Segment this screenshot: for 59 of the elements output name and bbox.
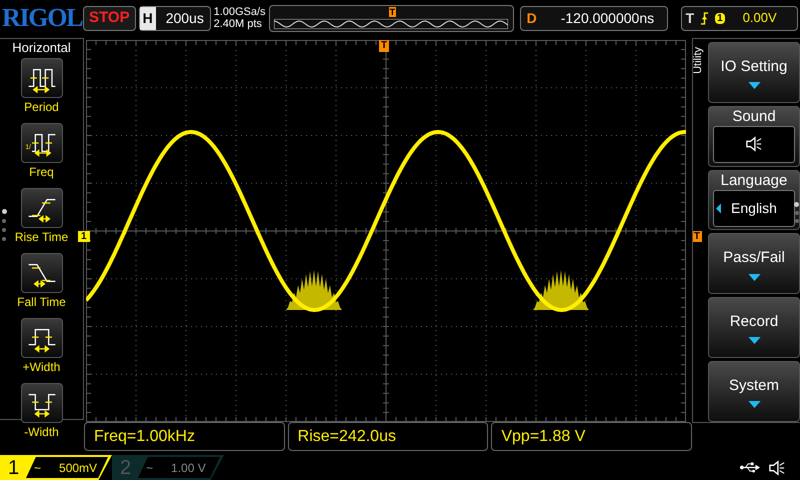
language-select[interactable]: English — [713, 190, 795, 227]
trigger-level-value: 0.00V — [742, 9, 777, 28]
down-arrow-icon — [748, 82, 760, 90]
measure-button[interactable] — [20, 383, 62, 423]
channel-scale: 1.00 V — [171, 460, 206, 476]
measure-button[interactable] — [20, 188, 62, 228]
down-arrow-icon — [748, 274, 760, 281]
brand-logo: RIGOL — [2, 5, 80, 31]
measure-label: Fall Time — [17, 295, 66, 310]
left-arrow-icon — [716, 202, 721, 214]
run-state-indicator[interactable]: STOP — [83, 6, 136, 30]
menu-control-label: Language — [720, 170, 788, 190]
measure-label: Freq — [29, 165, 54, 180]
trigger-position-marker: T — [388, 6, 396, 16]
menu-button[interactable]: IO Setting — [708, 42, 800, 103]
menu-control-label: Sound — [732, 106, 776, 126]
speaker-icon — [745, 136, 763, 152]
measure-button[interactable] — [20, 318, 62, 358]
coupling-symbol: ~ — [146, 460, 154, 476]
channel-marker: 1 — [78, 231, 90, 242]
channel-badge[interactable]: 2 ~ 1.00 V — [112, 455, 224, 480]
channel-scale: 500mV — [59, 460, 98, 476]
down-arrow-icon — [748, 401, 760, 408]
coupling-symbol: ~ — [34, 460, 42, 476]
trigger-level-marker: T — [692, 231, 702, 242]
measurement-readout: Freq=1.00kHz — [84, 422, 285, 451]
channel-badge[interactable]: 1 ~ 500mV — [0, 455, 112, 480]
measure-label: +Width — [22, 360, 60, 375]
horizontal-label: H — [140, 6, 156, 30]
menu-button[interactable]: Record — [708, 297, 800, 358]
menu-title: Horizontal — [12, 39, 71, 56]
menu-button[interactable]: System — [708, 361, 800, 422]
measure-button[interactable] — [20, 58, 62, 98]
trigger-position-marker: T — [379, 40, 390, 52]
speaker-icon — [768, 460, 786, 476]
channel-number: 1 — [7, 456, 20, 480]
usb-icon — [740, 462, 760, 473]
timebase-panel[interactable]: H 200us — [138, 6, 211, 30]
trigger-panel[interactable]: T 1 0.00V — [680, 6, 798, 30]
memory-depth: 2.40M pts — [214, 18, 263, 30]
timebase-value: 200us — [164, 8, 204, 28]
channel-number: 2 — [119, 456, 132, 480]
measure-label: Rise Time — [14, 230, 68, 245]
measurement-readout: Vpp=1.88 V — [491, 422, 692, 451]
rising-edge-icon — [700, 12, 710, 24]
trigger-source-badge: 1 — [715, 12, 725, 24]
sample-rate: 1.00GSa/s — [214, 6, 266, 18]
down-arrow-icon — [748, 337, 760, 344]
measure-label: -Width — [24, 425, 59, 440]
menu-button[interactable]: Pass/Fail — [708, 233, 800, 294]
sound-toggle[interactable] — [713, 126, 795, 163]
measure-button[interactable] — [20, 253, 62, 293]
trigger-label: T — [686, 8, 694, 28]
delay-label: D — [526, 8, 538, 28]
measurement-readout: Rise=242.0us — [288, 422, 488, 451]
delay-value: -120.000000ns — [560, 8, 654, 28]
menu-title: Utility — [692, 47, 704, 74]
delay-panel[interactable]: D -120.000000ns — [520, 6, 668, 30]
measure-label: Period — [24, 100, 59, 115]
